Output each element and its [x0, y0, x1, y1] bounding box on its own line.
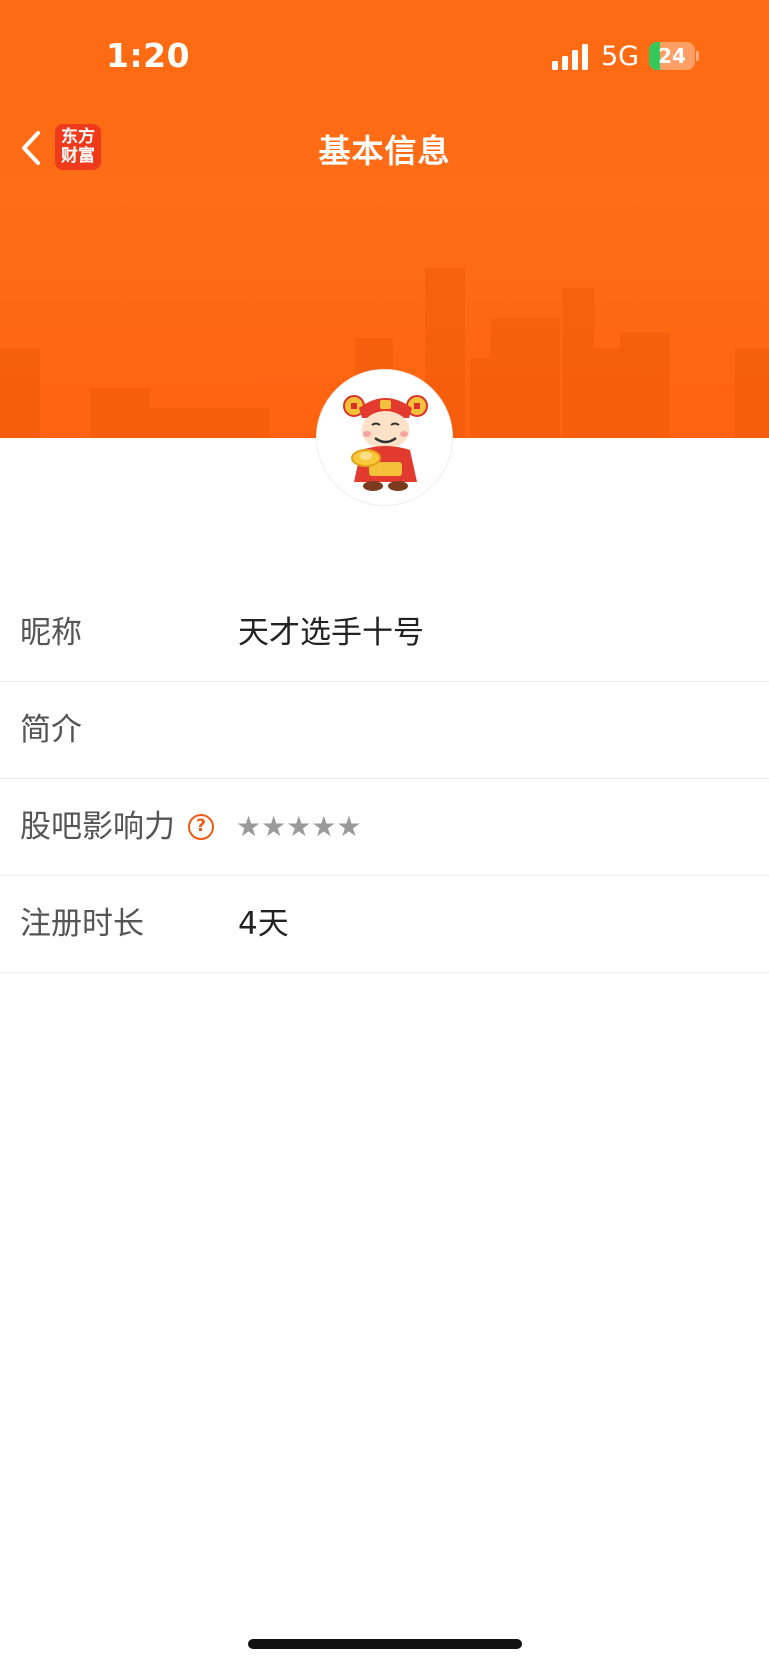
nickname-label: 昵称 — [20, 615, 82, 651]
avatar-god-of-wealth-illustration — [343, 395, 428, 491]
battery-level: 24 — [658, 44, 686, 68]
avatar[interactable] — [316, 369, 453, 506]
influence-row: 股吧影响力 ? ★★★★★ — [0, 779, 769, 876]
nickname-row[interactable]: 昵称 天才选手十号 — [0, 585, 769, 682]
bio-row[interactable]: 简介 — [0, 682, 769, 779]
network-type: 5G — [601, 41, 640, 72]
nickname-value: 天才选手十号 — [238, 615, 424, 651]
profile-info-list: 昵称 天才选手十号 简介 股吧影响力 ? ★★★★★ 注册时长 4天 — [0, 585, 769, 973]
influence-label: 股吧影响力 — [20, 809, 175, 845]
page-title: 基本信息 — [318, 132, 451, 170]
status-time: 1:20 — [106, 36, 191, 75]
registration-duration-label: 注册时长 — [20, 906, 144, 942]
help-question-icon[interactable]: ? — [188, 814, 214, 840]
battery-icon: 24 — [649, 42, 699, 70]
registration-duration-row: 注册时长 4天 — [0, 876, 769, 973]
bio-label: 简介 — [20, 712, 82, 748]
influence-star-rating: ★★★★★ — [236, 810, 362, 843]
cellular-signal-icon — [552, 44, 588, 70]
home-indicator[interactable] — [248, 1639, 522, 1649]
status-bar: 1:20 5G 24 — [0, 0, 769, 100]
registration-duration-value: 4天 — [238, 906, 289, 942]
